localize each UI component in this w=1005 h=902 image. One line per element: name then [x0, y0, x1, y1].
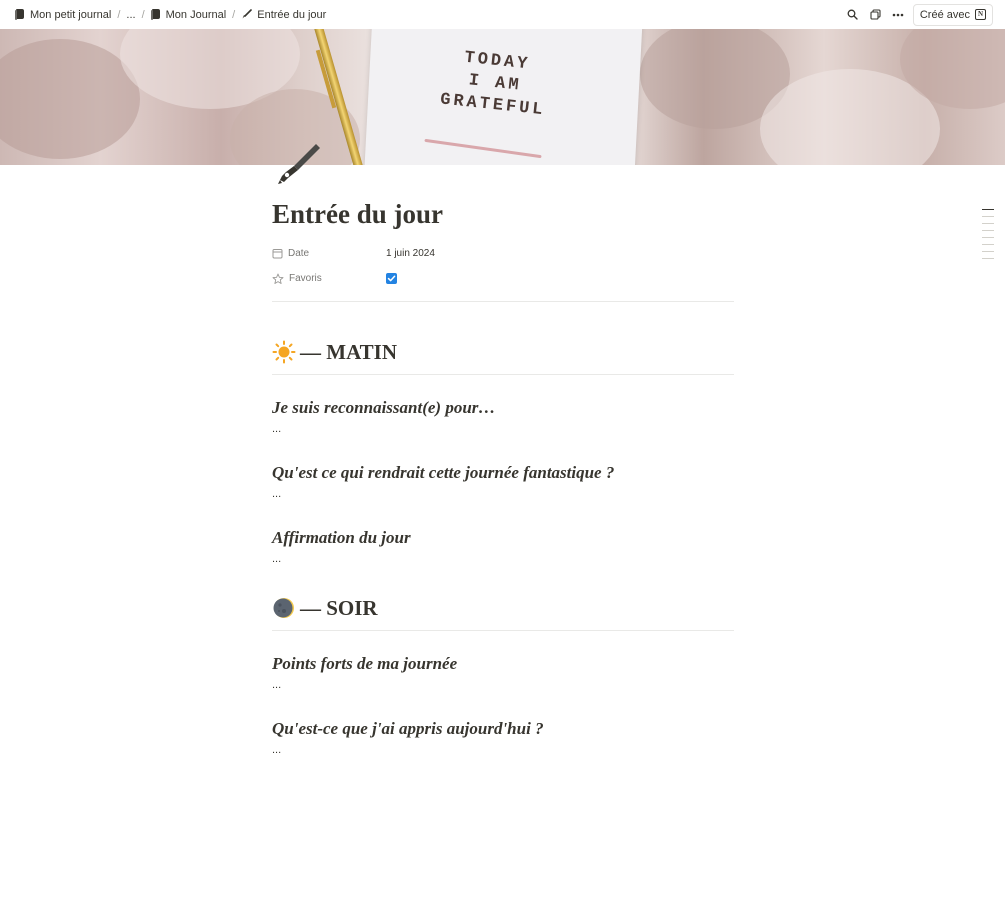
breadcrumb-ellipsis[interactable]: ...	[123, 7, 138, 23]
heading-divider	[272, 630, 734, 631]
section-heading[interactable]: — SOIR	[272, 592, 734, 624]
answer-text[interactable]: ...	[272, 550, 734, 570]
question-block: Je suis reconnaissant(e) pour… ...	[272, 396, 734, 440]
breadcrumb-mon-journal[interactable]: Mon Journal	[148, 7, 230, 23]
book-icon	[150, 9, 161, 20]
question-heading[interactable]: Qu'est-ce que j'ai appris aujourd'hui ?	[272, 717, 734, 741]
answer-text[interactable]: ...	[272, 420, 734, 440]
outline-item[interactable]	[982, 216, 994, 217]
search-icon	[847, 9, 858, 20]
section-title: — MATIN	[300, 339, 398, 364]
breadcrumb-entree-du-jour[interactable]: Entrée du jour	[238, 7, 329, 23]
favoris-checkbox[interactable]	[386, 273, 397, 284]
fur-texture	[0, 39, 140, 159]
outline-item[interactable]	[982, 244, 994, 245]
breadcrumb-label: Mon petit journal	[30, 8, 112, 21]
breadcrumb-mon-petit-journal[interactable]: Mon petit journal	[12, 7, 114, 23]
top-bar: Mon petit journal / ... / Mon Journal / …	[0, 0, 1005, 29]
fountain-pen-icon[interactable]	[276, 142, 322, 186]
checkmark-icon	[387, 275, 396, 282]
more-icon	[893, 13, 904, 16]
outline-item[interactable]	[982, 223, 994, 224]
section-soir: — SOIR Points forts de ma journée ... Qu…	[272, 592, 734, 761]
answer-text[interactable]: ...	[272, 676, 734, 696]
section-matin: — MATIN Je suis reconnaissant(e) pour… .…	[272, 336, 734, 570]
property-date[interactable]: Date 1 juin 2024	[272, 241, 734, 266]
question-block: Qu'est ce qui rendrait cette journée fan…	[272, 461, 734, 505]
sun-icon	[272, 340, 296, 364]
notion-logo-icon: N	[975, 9, 986, 20]
moon-icon	[273, 598, 294, 618]
section-title: — SOIR	[300, 595, 378, 620]
search-button[interactable]	[844, 6, 861, 23]
heading-divider	[272, 374, 734, 375]
more-options-button[interactable]	[890, 6, 907, 23]
outline-item[interactable]	[982, 237, 994, 238]
section-heading[interactable]: — MATIN	[272, 336, 734, 368]
calendar-icon	[272, 249, 283, 259]
date-value[interactable]: 1 juin 2024	[386, 248, 435, 259]
book-icon	[15, 9, 25, 20]
star-icon	[272, 273, 284, 284]
property-label: Date	[288, 248, 310, 259]
outline-item[interactable]	[982, 251, 994, 252]
notebook-lettering: TODAY I AM GRATEFUL	[432, 45, 558, 123]
page-content: Entrée du jour Date 1 juin 2024 Favoris	[272, 195, 734, 761]
made-with-notion-button[interactable]: Créé avec N	[912, 3, 993, 26]
duplicate-button[interactable]	[867, 6, 884, 23]
outline-item[interactable]	[982, 230, 994, 231]
answer-text[interactable]: ...	[272, 485, 734, 505]
outline-item[interactable]	[982, 258, 994, 259]
breadcrumb-separator: /	[117, 8, 121, 21]
properties: Date 1 juin 2024 Favoris	[272, 241, 734, 291]
question-heading[interactable]: Qu'est ce qui rendrait cette journée fan…	[272, 461, 734, 485]
property-favoris[interactable]: Favoris	[272, 266, 734, 291]
cover-image: TODAY I AM GRATEFUL	[0, 29, 1005, 165]
property-name: Date	[272, 248, 386, 259]
question-block: Qu'est-ce que j'ai appris aujourd'hui ? …	[272, 717, 734, 761]
breadcrumb-separator: /	[141, 8, 145, 21]
page-title[interactable]: Entrée du jour	[272, 195, 734, 233]
duplicate-icon	[870, 9, 881, 20]
breadcrumb-separator: /	[232, 8, 236, 21]
breadcrumb-label: ...	[126, 8, 136, 21]
question-block: Affirmation du jour ...	[272, 526, 734, 570]
made-with-label: Créé avec	[919, 8, 970, 21]
pen-icon	[242, 9, 253, 19]
question-heading[interactable]: Je suis reconnaissant(e) pour…	[272, 396, 734, 420]
breadcrumb-label: Entrée du jour	[257, 8, 327, 21]
divider	[272, 301, 734, 302]
property-label: Favoris	[289, 273, 322, 284]
question-block: Points forts de ma journée ...	[272, 652, 734, 696]
table-of-contents-outline[interactable]	[982, 209, 994, 265]
breadcrumb-label: Mon Journal	[165, 8, 227, 21]
property-name: Favoris	[272, 273, 386, 285]
question-heading[interactable]: Points forts de ma journée	[272, 652, 734, 676]
question-heading[interactable]: Affirmation du jour	[272, 526, 734, 550]
answer-text[interactable]: ...	[272, 741, 734, 761]
outline-item[interactable]	[982, 209, 994, 210]
